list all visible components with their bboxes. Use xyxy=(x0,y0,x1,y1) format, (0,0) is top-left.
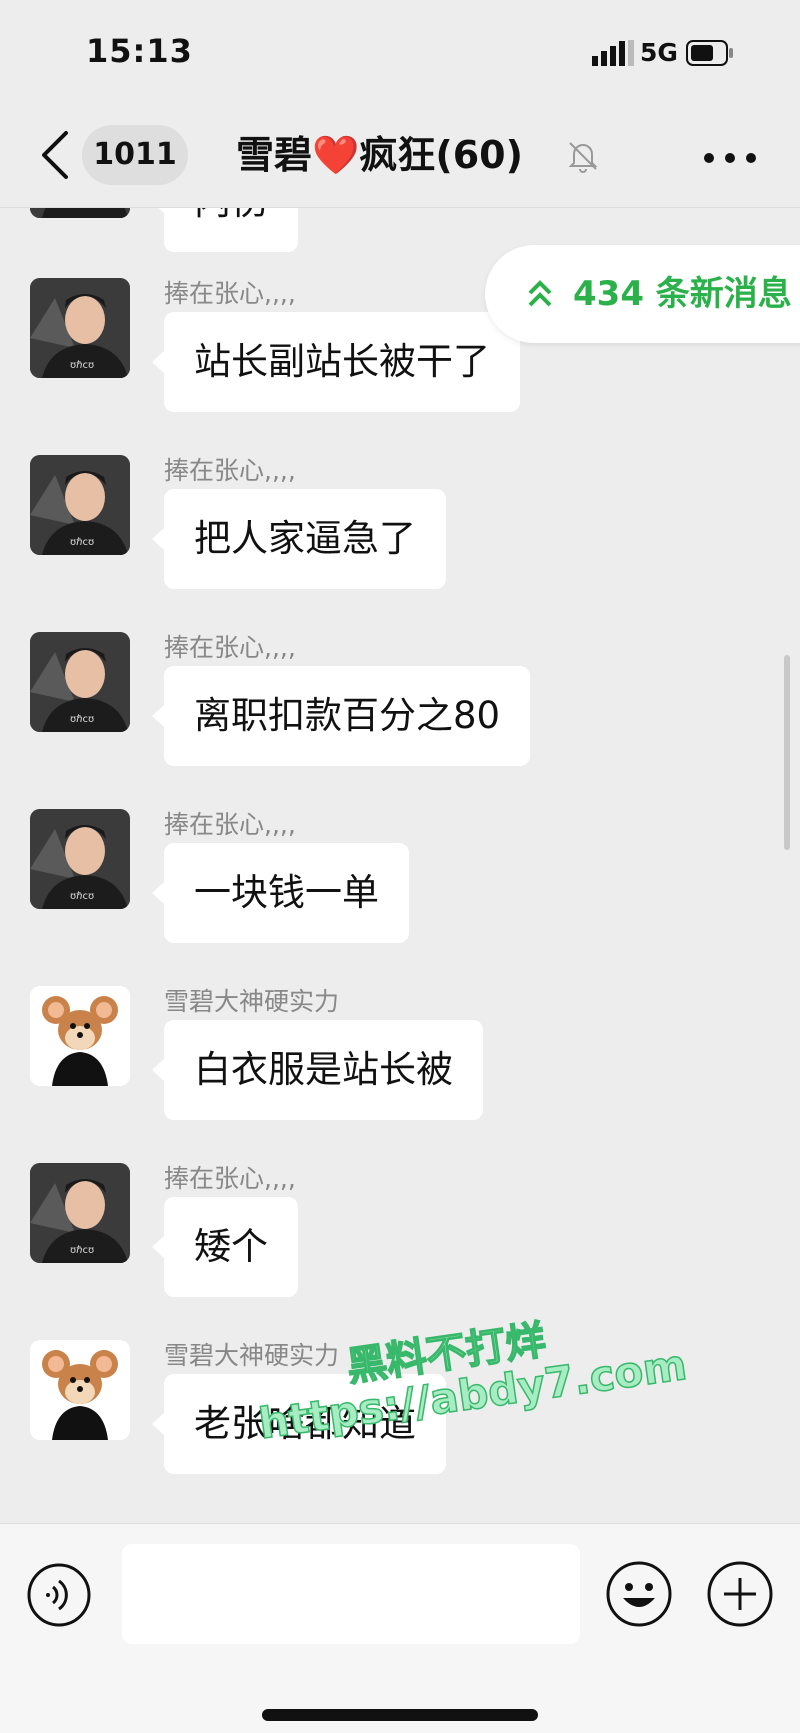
status-bar: 15:13 5G xyxy=(0,0,800,105)
chat-title[interactable]: 雪碧❤️疯狂(60) xyxy=(236,125,523,185)
new-messages-button[interactable]: 434 条新消息 xyxy=(485,245,800,343)
avatar[interactable]: ʊℏcʊ xyxy=(30,1163,130,1263)
message-bubble[interactable]: 矮个 xyxy=(152,1197,298,1297)
message-bubble[interactable]: 内伤 xyxy=(152,208,298,252)
chevron-up-double-icon xyxy=(528,280,552,307)
chat-title-left: 雪碧 xyxy=(236,133,313,177)
svg-text:ʊℏcʊ: ʊℏcʊ xyxy=(70,360,94,371)
avatar[interactable]: ʊℏcʊ xyxy=(30,809,130,909)
svg-text:ʊℏcʊ: ʊℏcʊ xyxy=(70,208,94,211)
message-bubble[interactable]: 离职扣款百分之80 xyxy=(151,666,531,766)
status-time: 15:13 xyxy=(86,32,193,70)
svg-text:ʊℏcʊ: ʊℏcʊ xyxy=(70,714,94,725)
message-bubble[interactable]: 白衣服是站长被 xyxy=(152,1020,483,1120)
sender-name: 雪碧大神硬实力 xyxy=(164,987,340,1016)
battery-icon xyxy=(686,40,733,66)
avatar[interactable]: ʊℏcʊ xyxy=(30,455,130,555)
avatar[interactable] xyxy=(30,1340,130,1440)
sender-name: 捧在张心,,,, xyxy=(164,1164,296,1193)
chat-header: 1011 雪碧❤️疯狂(60) xyxy=(0,105,800,208)
signal-icon xyxy=(592,40,634,66)
network-type: 5G xyxy=(640,38,678,67)
svg-text:ʊℏcʊ: ʊℏcʊ xyxy=(70,1245,94,1256)
sender-name: 捧在张心,,,, xyxy=(164,279,296,308)
heart-emoji: ❤️ xyxy=(312,133,360,177)
scrollbar[interactable] xyxy=(784,655,790,850)
sender-name: 捧在张心,,,, xyxy=(164,456,296,485)
voice-icon[interactable] xyxy=(26,1562,92,1628)
sender-name: 捧在张心,,,, xyxy=(164,633,296,662)
new-messages-label: 434 条新消息 xyxy=(573,274,792,314)
message-bubble[interactable]: 把人家逼急了 xyxy=(152,489,446,589)
chat-title-right: 疯狂(60) xyxy=(359,133,523,177)
mute-bell-icon xyxy=(568,142,598,173)
avatar[interactable]: ʊℏcʊ xyxy=(30,632,130,732)
avatar[interactable] xyxy=(30,986,130,1086)
emoji-icon[interactable] xyxy=(605,1560,673,1628)
avatar[interactable]: ʊℏcʊ xyxy=(30,208,130,218)
message-bubble[interactable]: 站长副站长被干了 xyxy=(152,312,520,412)
message-input[interactable] xyxy=(122,1544,580,1644)
more-icon[interactable] xyxy=(702,151,758,165)
plus-icon[interactable] xyxy=(706,1560,774,1628)
message-bubble[interactable]: 一块钱一单 xyxy=(152,843,409,943)
input-bar xyxy=(0,1523,800,1733)
home-indicator xyxy=(262,1709,538,1721)
back-icon[interactable] xyxy=(36,125,76,185)
avatar[interactable]: ʊℏcʊ xyxy=(30,278,130,378)
unread-count-badge[interactable]: 1011 xyxy=(82,125,188,185)
svg-text:ʊℏcʊ: ʊℏcʊ xyxy=(70,537,94,548)
svg-text:ʊℏcʊ: ʊℏcʊ xyxy=(70,891,94,902)
sender-name: 捧在张心,,,, xyxy=(164,810,296,839)
